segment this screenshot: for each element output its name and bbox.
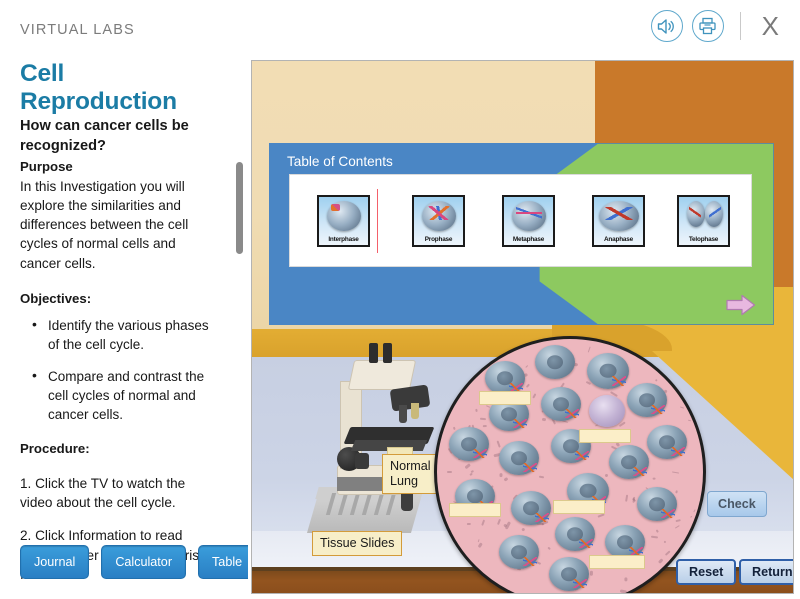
- phase-thumb-anaphase[interactable]: Anaphase: [592, 195, 645, 247]
- cell[interactable]: [647, 425, 687, 459]
- right-arrow-icon: [726, 294, 756, 316]
- cell[interactable]: [485, 361, 525, 395]
- microscope-fine-knob[interactable]: [355, 453, 369, 469]
- scrollbar-thumb[interactable]: [236, 162, 243, 254]
- calculator-button[interactable]: Calculator: [101, 545, 187, 579]
- instructions-content: Cell Reproduction How can cancer cells b…: [0, 54, 234, 599]
- microscope-eyepiece-right: [383, 343, 392, 363]
- check-button[interactable]: Check: [707, 491, 767, 517]
- phase-thumb-telophase[interactable]: Telophase: [677, 195, 730, 247]
- procedure-step-1: 1. Click the TV to watch the video about…: [20, 475, 186, 511]
- microscope-objective-2: [411, 403, 419, 419]
- app-title: VIRTUAL LABS: [20, 22, 135, 38]
- microscope-field-of-view[interactable]: [434, 336, 706, 593]
- simulation-stage[interactable]: Normal Lung Tissue Slides Table of Conte…: [251, 60, 794, 594]
- audio-button[interactable]: [650, 10, 683, 42]
- phase-label: Telophase: [688, 236, 719, 243]
- phase-thumb-metaphase[interactable]: Metaphase: [502, 195, 555, 247]
- tool-buttons: Journal Calculator Table: [20, 545, 248, 579]
- cell[interactable]: [605, 525, 645, 559]
- microscope-objective-1: [399, 405, 407, 423]
- microscope-nosepiece: [389, 384, 431, 412]
- print-button[interactable]: [691, 10, 724, 42]
- phase-thumbnail-row: Interphase Prophase Metaphase Anaphase T…: [269, 174, 732, 267]
- lesson-question: How can cancer cells be recognized?: [20, 118, 189, 154]
- phase-thumb-interphase[interactable]: Interphase: [317, 195, 370, 247]
- next-button[interactable]: [726, 294, 756, 316]
- cell[interactable]: [499, 441, 539, 475]
- microscope-eyepiece-left: [369, 343, 378, 363]
- virtual-labs-window: VIRTUAL LABS X Cell Reproduction How can…: [0, 0, 800, 599]
- objectives-list: Identify the various phases of the cell …: [20, 315, 220, 425]
- answer-drop-slot[interactable]: [449, 503, 501, 517]
- phase-thumb-prophase[interactable]: Prophase: [412, 195, 465, 247]
- procedure-heading: Procedure:: [20, 441, 90, 457]
- list-item: Compare and contrast the cell cycles of …: [20, 366, 220, 424]
- phase-label: Anaphase: [604, 236, 633, 243]
- cell[interactable]: [609, 445, 649, 479]
- cell[interactable]: [549, 557, 589, 591]
- page-title: Cell Reproduction: [20, 60, 177, 115]
- phase-label: Interphase: [328, 236, 359, 243]
- cell[interactable]: [555, 517, 595, 551]
- mitotic-cell[interactable]: [589, 395, 625, 427]
- journal-button[interactable]: Journal: [20, 545, 90, 579]
- close-button[interactable]: X: [757, 13, 784, 39]
- printer-icon: [699, 17, 716, 35]
- cell[interactable]: [637, 487, 677, 521]
- microscope-head: [347, 360, 417, 390]
- answer-drop-slot[interactable]: [579, 429, 631, 443]
- app-header: VIRTUAL LABS X: [0, 0, 800, 54]
- answer-drop-slot[interactable]: [479, 391, 531, 405]
- vertical-scrollbar[interactable]: [235, 54, 244, 599]
- instructions-panel: Cell Reproduction How can cancer cells b…: [0, 54, 248, 599]
- toc-title: Table of Contents: [287, 154, 393, 169]
- objectives-heading: Objectives:: [20, 291, 92, 307]
- reset-button[interactable]: Reset: [676, 559, 737, 585]
- purpose-body: In this Investigation you will explore t…: [20, 178, 189, 271]
- answer-drop-slot[interactable]: [553, 500, 605, 514]
- cell[interactable]: [499, 535, 539, 569]
- header-divider: [739, 12, 741, 40]
- microscope[interactable]: [306, 343, 457, 543]
- purpose-heading: Purpose: [20, 159, 73, 175]
- label-tissue-slides[interactable]: Tissue Slides: [312, 531, 403, 556]
- cell[interactable]: [627, 383, 667, 417]
- cell[interactable]: [587, 353, 629, 389]
- answer-drop-slot[interactable]: [589, 555, 645, 569]
- speaker-icon: [657, 18, 675, 34]
- tissue-texture: [437, 339, 703, 593]
- cell[interactable]: [511, 491, 551, 525]
- cell[interactable]: [535, 345, 575, 379]
- list-item: Identify the various phases of the cell …: [20, 315, 220, 354]
- cell[interactable]: [541, 387, 581, 421]
- phase-label: Metaphase: [512, 236, 545, 243]
- phase-label: Prophase: [424, 236, 453, 243]
- return-button[interactable]: Return: [739, 559, 793, 585]
- table-of-contents-panel[interactable]: Table of Contents Interphase Prophase Me…: [269, 143, 774, 325]
- cell[interactable]: [449, 427, 489, 461]
- microscope-objective-3: [401, 491, 413, 511]
- header-actions: X: [650, 10, 784, 42]
- table-button[interactable]: Table: [198, 545, 248, 579]
